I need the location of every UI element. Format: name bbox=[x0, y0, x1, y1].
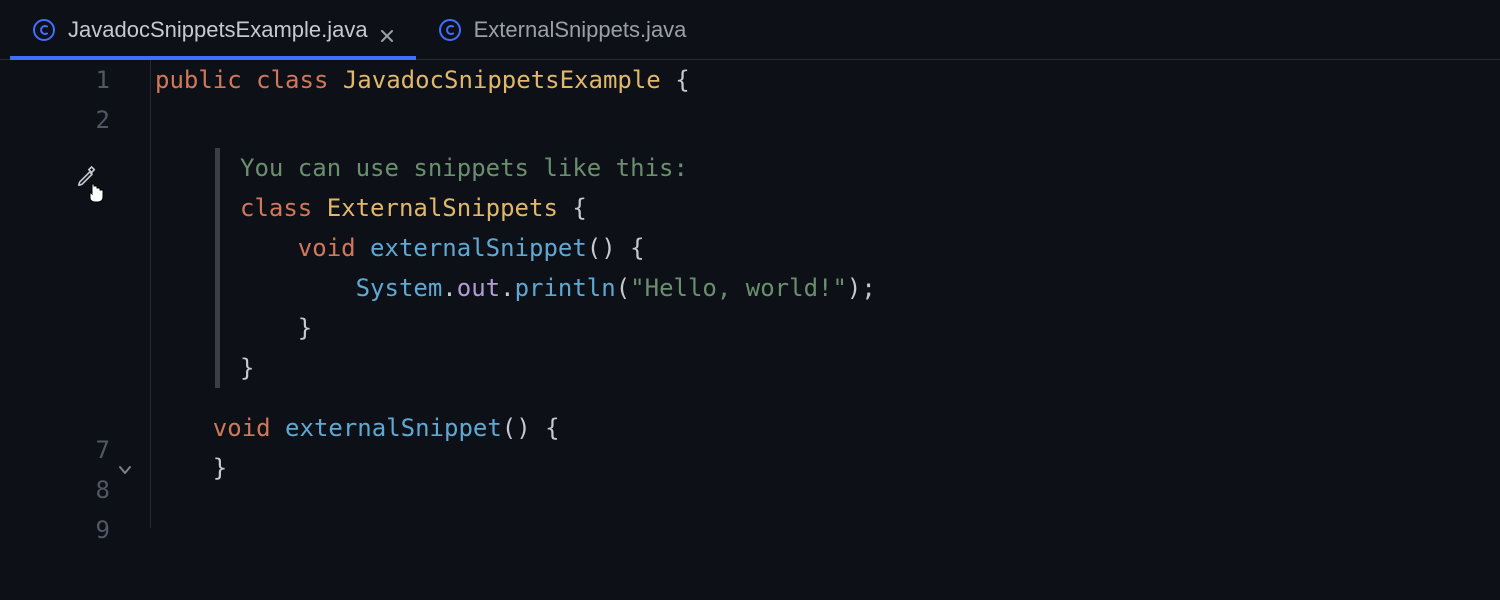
code-line[interactable]: } bbox=[240, 348, 1500, 388]
line-number[interactable]: 2 bbox=[0, 100, 110, 140]
code-line[interactable]: void externalSnippet() { bbox=[240, 228, 1500, 268]
code-area[interactable]: public class JavadocSnippetsExample { Yo… bbox=[150, 60, 1500, 600]
tab-label: JavadocSnippetsExample.java bbox=[68, 17, 368, 43]
keyword: void bbox=[298, 234, 356, 262]
line-number[interactable]: 8 bbox=[0, 470, 110, 510]
code-line[interactable] bbox=[155, 488, 1500, 528]
chevron-down-icon[interactable] bbox=[116, 451, 134, 491]
code-line[interactable]: public class JavadocSnippetsExample { bbox=[155, 60, 1500, 100]
code-line[interactable]: void externalSnippet() { bbox=[155, 408, 1500, 448]
keyword: class bbox=[240, 194, 312, 222]
parens: () bbox=[502, 414, 531, 442]
brace: { bbox=[616, 234, 645, 262]
java-class-file-icon bbox=[32, 18, 56, 42]
tab-bar: JavadocSnippetsExample.java ExternalSnip… bbox=[0, 0, 1500, 60]
java-class-file-icon bbox=[438, 18, 462, 42]
code-line[interactable]: System.out.println("Hello, world!"); bbox=[240, 268, 1500, 308]
keyword: class bbox=[256, 66, 328, 94]
method-name: println bbox=[515, 274, 616, 302]
identifier: System bbox=[356, 274, 443, 302]
pointer-cursor-icon bbox=[84, 178, 108, 218]
tab-javadoc-snippets-example[interactable]: JavadocSnippetsExample.java bbox=[10, 0, 416, 59]
brace: { bbox=[558, 194, 587, 222]
tab-external-snippets[interactable]: ExternalSnippets.java bbox=[416, 0, 709, 59]
line-number[interactable]: 7 bbox=[0, 430, 110, 470]
keyword: public bbox=[155, 66, 242, 94]
code-line[interactable]: } bbox=[240, 308, 1500, 348]
class-name: ExternalSnippets bbox=[327, 194, 558, 222]
line-number[interactable]: 9 bbox=[0, 510, 110, 550]
code-line[interactable]: } bbox=[155, 448, 1500, 488]
string-literal: "Hello, world!" bbox=[630, 274, 847, 302]
javadoc-snippet-block: You can use snippets like this: class Ex… bbox=[215, 148, 1500, 388]
line-number[interactable]: 1 bbox=[0, 60, 110, 100]
parens: () bbox=[587, 234, 616, 262]
tab-label: ExternalSnippets.java bbox=[474, 17, 687, 43]
brace: { bbox=[531, 414, 560, 442]
class-name: JavadocSnippetsExample bbox=[343, 66, 661, 94]
identifier: out bbox=[457, 274, 500, 302]
keyword: void bbox=[213, 414, 271, 442]
code-line[interactable]: class ExternalSnippets { bbox=[240, 188, 1500, 228]
editor: 1 2 7 8 9 public class JavadocSnippetsEx… bbox=[0, 60, 1500, 600]
method-name: externalSnippet bbox=[285, 414, 502, 442]
brace: { bbox=[675, 66, 689, 94]
code-line[interactable] bbox=[155, 100, 1500, 140]
doc-text: You can use snippets like this: bbox=[240, 148, 1500, 188]
close-icon[interactable] bbox=[380, 23, 394, 37]
gutter: 1 2 7 8 9 bbox=[0, 60, 150, 600]
method-name: externalSnippet bbox=[370, 234, 587, 262]
